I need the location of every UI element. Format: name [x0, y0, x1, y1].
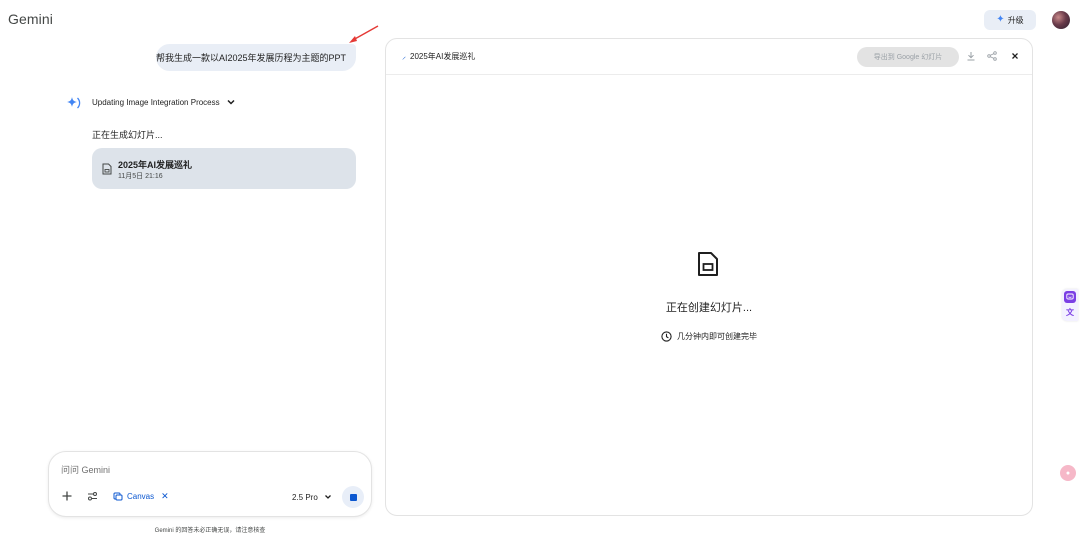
- close-panel-icon[interactable]: [1010, 51, 1020, 61]
- model-selector[interactable]: 2.5 Pro: [292, 491, 333, 503]
- side-translate-widget[interactable]: 文: [1062, 289, 1078, 321]
- canvas-panel-header: ⸝ 2025年AI发展巡礼 导出到 Google 幻灯片: [386, 39, 1032, 75]
- prompt-input-box: Canvas ✕ 2.5 Pro: [48, 451, 372, 517]
- loading-indicator-icon: ⸝: [402, 52, 406, 61]
- user-message-bubble: 帮我生成一款以AI2025年发展历程为主题的PPT: [156, 44, 356, 71]
- download-icon[interactable]: [966, 51, 976, 61]
- document-icon: [102, 163, 112, 175]
- user-message-text: 帮我生成一款以AI2025年发展历程为主题的PPT: [155, 53, 346, 63]
- model-label: 2.5 Pro: [292, 492, 318, 502]
- export-to-slides-button[interactable]: 导出到 Google 幻灯片: [857, 47, 959, 67]
- close-icon[interactable]: ✕: [161, 491, 169, 502]
- canvas-chip[interactable]: Canvas ✕: [113, 490, 169, 502]
- gemini-spark-icon: [67, 97, 81, 109]
- chevron-down-icon: [227, 99, 235, 105]
- creating-slides-text: 正在创建幻灯片...: [665, 302, 753, 314]
- generation-status-text: 正在生成幻灯片...: [92, 130, 163, 140]
- canvas-icon: [113, 492, 123, 501]
- thinking-label: Updating Image Integration Process: [92, 97, 220, 107]
- share-icon[interactable]: [987, 51, 997, 61]
- upgrade-button[interactable]: ✦ 升级: [984, 10, 1036, 30]
- smile-icon: [1066, 293, 1074, 300]
- avatar[interactable]: [1052, 11, 1070, 29]
- annotation-arrow-icon: [349, 25, 379, 43]
- floating-assistant-icon[interactable]: ●: [1060, 465, 1076, 481]
- document-timestamp: 11月5日 21:16: [118, 173, 163, 180]
- canvas-panel: ⸝ 2025年AI发展巡礼 导出到 Google 幻灯片 正在创建幻灯片... …: [385, 38, 1033, 516]
- stop-icon: [349, 493, 357, 501]
- chat-bot-icon[interactable]: [1064, 291, 1076, 303]
- canvas-title-text: 2025年AI发展巡礼: [410, 52, 476, 61]
- app-title[interactable]: Gemini: [8, 11, 53, 27]
- tools-icon[interactable]: [87, 491, 98, 501]
- canvas-panel-title: ⸝ 2025年AI发展巡礼: [402, 51, 475, 62]
- clock-icon: [661, 331, 672, 342]
- thinking-toggle[interactable]: Updating Image Integration Process: [92, 96, 236, 108]
- disclaimer-text: Gemini 的回答未必正确无误，请注意核查: [154, 528, 266, 534]
- chevron-down-icon: [324, 495, 331, 499]
- document-title: 2025年AI发展巡礼: [118, 160, 193, 170]
- add-icon[interactable]: [61, 490, 73, 502]
- file-icon: [698, 252, 718, 276]
- document-card[interactable]: 2025年AI发展巡礼 11月5日 21:16: [92, 148, 356, 189]
- eta-text: 几分钟内即可创建完毕: [677, 332, 757, 341]
- canvas-chip-label: Canvas: [127, 491, 155, 501]
- stop-button[interactable]: [342, 486, 364, 508]
- upgrade-label: 升级: [1007, 15, 1024, 25]
- sparkle-icon: ✦: [996, 14, 1005, 25]
- prompt-input[interactable]: [61, 462, 351, 478]
- translate-icon[interactable]: 文: [1063, 307, 1077, 319]
- eta-row: 几分钟内即可创建完毕: [386, 331, 1032, 342]
